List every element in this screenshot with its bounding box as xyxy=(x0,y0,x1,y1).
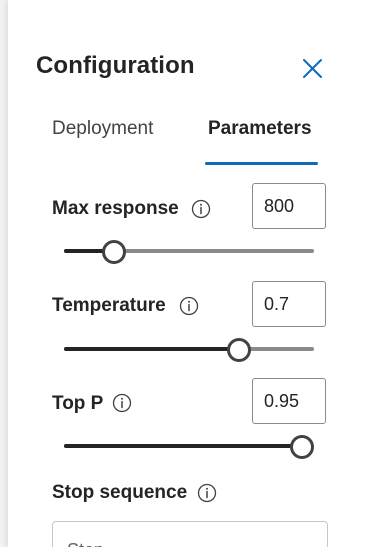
slider-thumb[interactable] xyxy=(227,338,251,362)
slider-fill xyxy=(64,347,239,351)
stop-sequence-label: Stop sequence xyxy=(52,482,188,503)
info-icon[interactable] xyxy=(179,296,199,316)
max-response-input[interactable]: 800 xyxy=(252,183,326,229)
slider-fill xyxy=(64,444,302,448)
configuration-panel: Configuration Deployment Parameters Max … xyxy=(8,0,373,547)
tab-parameters[interactable]: Parameters xyxy=(208,118,312,154)
close-icon xyxy=(303,59,322,78)
slider-thumb[interactable] xyxy=(102,240,126,264)
temperature-input[interactable]: 0.7 xyxy=(252,281,326,327)
info-icon[interactable] xyxy=(191,199,211,219)
panel-title: Configuration xyxy=(36,52,195,79)
stop-sequence-input[interactable]: Stop xyxy=(52,521,328,547)
tab-deployment[interactable]: Deployment xyxy=(52,118,153,154)
slider-thumb[interactable] xyxy=(290,435,314,459)
selected-tab-indicator xyxy=(205,162,318,165)
max-response-label: Max response xyxy=(52,198,179,219)
info-icon[interactable] xyxy=(112,393,132,413)
top-p-slider[interactable] xyxy=(64,432,314,460)
temperature-slider[interactable] xyxy=(64,335,314,363)
page: Configuration Deployment Parameters Max … xyxy=(0,0,373,547)
close-button[interactable] xyxy=(298,54,328,84)
temperature-label: Temperature xyxy=(52,295,166,316)
top-p-label: Top P xyxy=(52,393,104,414)
info-icon[interactable] xyxy=(197,483,217,503)
tab-list: Deployment Parameters xyxy=(36,118,336,168)
max-response-slider[interactable] xyxy=(64,237,314,265)
top-p-input[interactable]: 0.95 xyxy=(252,378,326,424)
